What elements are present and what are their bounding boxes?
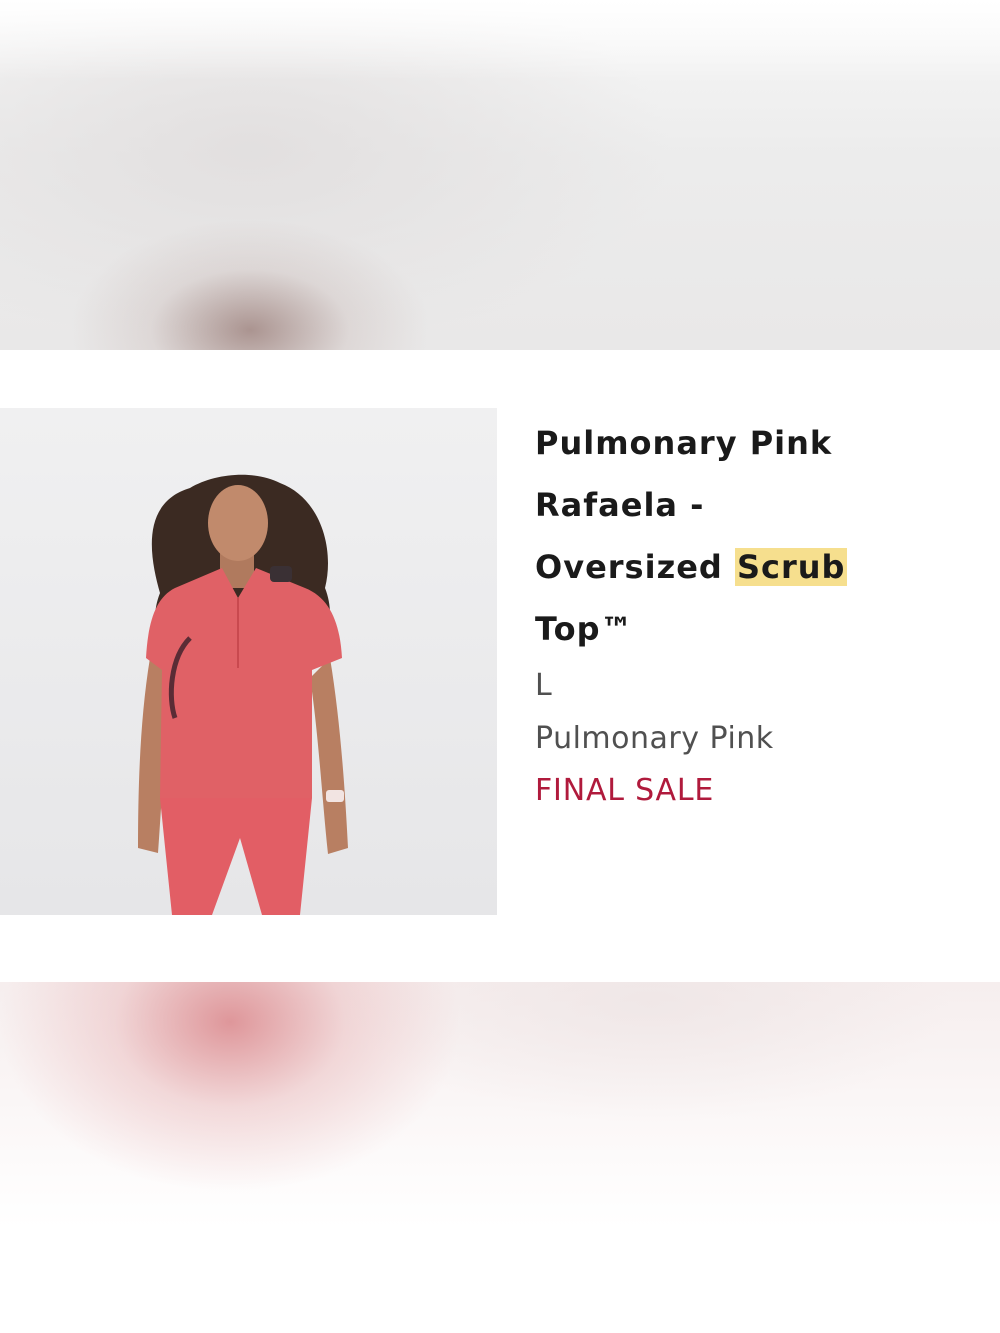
product-title-line-1: Pulmonary Pink xyxy=(535,424,833,462)
product-title-line-2: Rafaela - xyxy=(535,486,705,524)
product-title-line-3: Oversized Scrub xyxy=(535,536,975,598)
blurred-background-top xyxy=(0,0,1000,350)
product-title[interactable]: Pulmonary Pink Rafaela - Oversized Scrub… xyxy=(535,412,975,660)
model-photo-illustration xyxy=(0,408,497,915)
product-size: L xyxy=(535,668,553,703)
blurred-background-bottom xyxy=(0,982,1000,1333)
product-title-line-4: Top™ xyxy=(535,610,634,648)
product-details: Pulmonary Pink Rafaela - Oversized Scrub… xyxy=(535,412,975,811)
search-highlight: Scrub xyxy=(734,548,848,586)
product-title-line-3-text: Oversized xyxy=(535,548,735,586)
product-image[interactable] xyxy=(0,408,497,915)
final-sale-label: FINAL SALE xyxy=(535,773,715,808)
product-card[interactable]: Pulmonary Pink Rafaela - Oversized Scrub… xyxy=(0,350,1000,982)
product-color: Pulmonary Pink xyxy=(535,721,774,756)
screenshot-page: Pulmonary Pink Rafaela - Oversized Scrub… xyxy=(0,0,1000,1333)
